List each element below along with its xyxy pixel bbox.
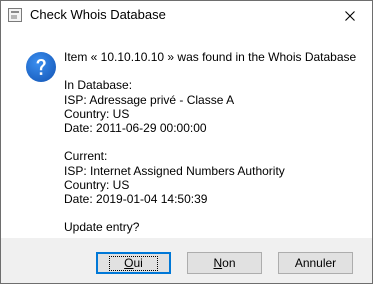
database-country: Country: US [64, 106, 130, 121]
whois-dialog: Check Whois Database Item « 10.10.10.10 … [0, 0, 373, 284]
close-icon [344, 11, 355, 21]
close-button[interactable] [327, 1, 372, 31]
current-country: Country: US [64, 177, 130, 192]
yes-button[interactable]: Oui [96, 252, 171, 274]
question-icon [26, 52, 56, 82]
message-text: Item « 10.10.10.10 » was found in the Wh… [64, 50, 364, 234]
cancel-button[interactable]: Annuler [278, 252, 353, 274]
message-headline: Item « 10.10.10.10 » was found in the Wh… [64, 50, 357, 64]
button-bar: Oui Non Annuler [1, 238, 372, 283]
database-label: In Database: [64, 78, 133, 93]
window-title: Check Whois Database [30, 7, 166, 22]
dialog-content: Item « 10.10.10.10 » was found in the Wh… [1, 31, 372, 238]
no-button-label: Non [213, 256, 236, 270]
yes-button-label: Oui [109, 255, 158, 271]
database-date: Date: 2011-06-29 00:00:00 [64, 120, 207, 135]
app-window-icon [8, 8, 22, 22]
current-date: Date: 2019-01-04 14:50:39 [64, 191, 208, 206]
current-label: Current: [64, 149, 108, 164]
update-prompt: Update entry? [64, 220, 140, 235]
database-isp: ISP: Adressage privé - Classe A [64, 92, 235, 107]
no-button[interactable]: Non [187, 252, 262, 274]
title-bar[interactable]: Check Whois Database [1, 1, 372, 31]
cancel-button-label: Annuler [294, 256, 337, 270]
current-isp: ISP: Internet Assigned Numbers Authority [64, 163, 285, 178]
